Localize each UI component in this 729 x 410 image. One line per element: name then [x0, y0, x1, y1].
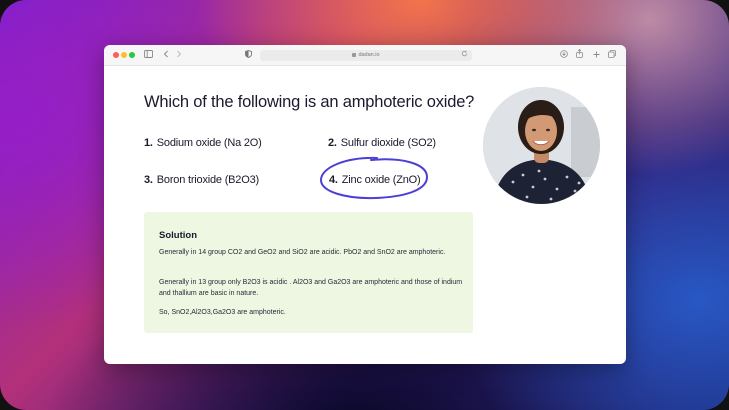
url-text: dadan.io	[358, 52, 380, 58]
solution-title: Solution	[159, 230, 197, 241]
option-number: 4.	[329, 174, 338, 186]
browser-window: dadan.io Which of the following is an am…	[104, 45, 626, 364]
option-number: 2.	[328, 137, 337, 149]
lock-icon	[352, 52, 357, 57]
close-window-button[interactable]	[113, 52, 119, 58]
option-label: Zinc oxide (ZnO)	[341, 174, 421, 186]
shield-icon[interactable]	[245, 49, 252, 61]
question-title: Which of the following is an amphoteric …	[144, 93, 475, 111]
solution-paragraph: Generally in 14 group CO2 and GeO2 and S…	[159, 249, 446, 256]
solution-paragraph: Generally in 13 group only B2O3 is acidi…	[159, 279, 463, 297]
option-number: 1.	[144, 137, 153, 149]
sidebar-icon[interactable]	[144, 49, 153, 61]
back-icon[interactable]	[163, 49, 169, 61]
browser-toolbar: dadan.io	[104, 45, 626, 66]
option-3[interactable]: 3. Boron trioxide (B2O3)	[144, 174, 259, 186]
option-label: Boron trioxide (B2O3)	[156, 174, 259, 186]
address-bar[interactable]: dadan.io	[260, 50, 472, 61]
tabs-icon[interactable]	[608, 49, 616, 61]
forward-icon[interactable]	[176, 49, 182, 61]
reload-icon[interactable]	[461, 50, 468, 61]
download-icon[interactable]	[560, 49, 568, 61]
presenter-video-avatar	[483, 87, 600, 204]
option-4[interactable]: 4. Zinc oxide (ZnO)	[329, 174, 421, 186]
minimize-window-button[interactable]	[121, 52, 127, 58]
option-1[interactable]: 1. Sodium oxide (Na 2O)	[144, 137, 262, 149]
option-label: Sulfur dioxide (SO2)	[340, 137, 436, 149]
share-icon[interactable]	[576, 48, 583, 61]
new-tab-icon[interactable]	[593, 49, 600, 61]
option-2[interactable]: 2. Sulfur dioxide (SO2)	[328, 137, 436, 149]
option-label: Sodium oxide (Na 2O)	[156, 137, 262, 149]
solution-panel: Solution Generally in 14 group CO2 and G…	[144, 212, 473, 333]
presenter-image	[483, 87, 600, 204]
maximize-window-button[interactable]	[129, 52, 135, 58]
solution-paragraph: So, SnO2,Al2O3,Ga2O3 are amphoteric.	[159, 309, 286, 316]
option-number: 3.	[144, 174, 153, 186]
